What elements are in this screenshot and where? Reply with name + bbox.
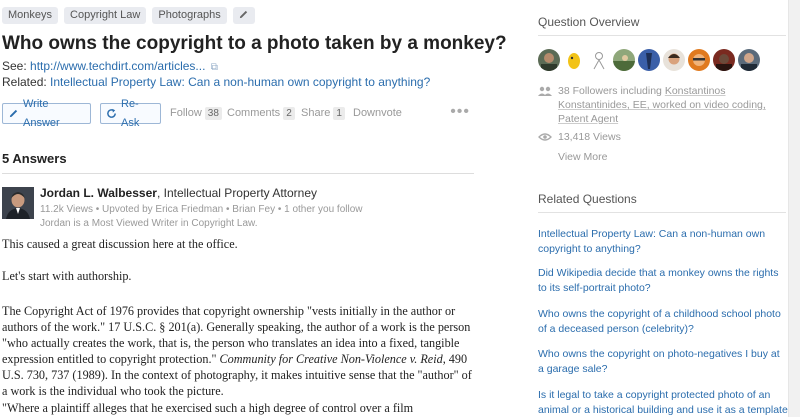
answer-author-badge: Jordan is a Most Viewed Writer in Copyri… [40, 218, 258, 229]
related-question-link[interactable]: Did Wikipedia decide that a monkey owns … [538, 266, 788, 296]
answers-count-heading: 5 Answers [2, 151, 474, 174]
related-label: Related: [2, 75, 47, 89]
author-avatar[interactable] [2, 187, 34, 219]
answer-header: Jordan L. Walbesser, Intellectual Proper… [2, 186, 474, 232]
comments-label: Comments [227, 107, 281, 119]
answer-meta: 11.2k Views • Upvoted by Erica Friedman … [40, 204, 363, 215]
see-link[interactable]: http://www.techdirt.com/articles... [30, 59, 205, 73]
follower-avatar[interactable] [538, 49, 560, 71]
follower-avatar[interactable] [638, 49, 660, 71]
related-question-link[interactable]: Who owns the copyright on photo-negative… [538, 347, 788, 377]
topic-photographs[interactable]: Photographs [152, 7, 227, 24]
related-line: Related: Intellectual Property Law: Can … [2, 75, 430, 89]
write-answer-button[interactable]: Write Answer [2, 98, 91, 129]
sidebar: Question Overview 38 Followers including… [538, 0, 788, 417]
divider [538, 212, 786, 213]
follow-count: 38 [204, 107, 222, 120]
see-label: See: [2, 59, 27, 73]
answer-paragraph: The Copyright Act of 1976 provides that … [2, 303, 478, 399]
question-title: Who owns the copyright to a photo taken … [2, 33, 507, 54]
answer-paragraph: This caused a great discussion here at t… [2, 237, 238, 251]
follower-avatars [538, 49, 760, 71]
question-overview-heading: Question Overview [538, 15, 640, 29]
edit-topics-button[interactable] [232, 7, 255, 24]
topic-monkeys[interactable]: Monkeys [2, 7, 59, 24]
author-credential: , Intellectual Property Attorney [156, 186, 318, 200]
follower-avatar[interactable] [588, 49, 610, 71]
topic-copyright-law[interactable]: Copyright Law [64, 7, 147, 24]
follower-avatar[interactable] [688, 49, 710, 71]
follow-button[interactable]: Follow 38 [170, 103, 222, 124]
page-scrollbar[interactable] [788, 0, 800, 417]
topic-list: Monkeys Copyright Law Photographs [2, 7, 255, 24]
author-name[interactable]: Jordan L. Walbesser [40, 186, 157, 200]
case-citation: Community for Creative Non-Violence v. R… [219, 352, 443, 366]
followers-prefix: 38 Followers including [558, 85, 665, 97]
followers-text: 38 Followers including Konstantinos Kons… [558, 84, 768, 126]
answer-paragraph: Let's start with authorship. [2, 269, 132, 283]
divider [538, 35, 786, 36]
view-more-link[interactable]: View More [558, 151, 607, 163]
more-options-button[interactable]: ••• [450, 103, 470, 120]
follow-label: Follow [170, 107, 202, 119]
related-question-link[interactable]: Intellectual Property Law: Can a non-hum… [538, 227, 788, 257]
related-question-link[interactable]: Is it legal to take a copyright protecte… [538, 388, 788, 417]
related-questions-heading: Related Questions [538, 192, 637, 206]
follower-avatar[interactable] [563, 49, 585, 71]
downvote-button[interactable]: Downvote [353, 103, 402, 124]
follower-avatar[interactable] [613, 49, 635, 71]
related-link[interactable]: Intellectual Property Law: Can a non-hum… [50, 75, 430, 89]
related-question-link[interactable]: Who owns the copyright of a childhood sc… [538, 307, 788, 337]
action-bar: Write Answer Re-Ask Follow 38 Comments 2 S… [2, 98, 474, 129]
share-label: Share [301, 107, 331, 119]
follower-avatar[interactable] [663, 49, 685, 71]
re-ask-label: Re-Ask [121, 97, 140, 129]
write-answer-label: Write Answer [23, 97, 60, 129]
comments-count: 2 [283, 107, 295, 120]
share-count: 1 [333, 107, 345, 120]
author-line: Jordan L. Walbesser, Intellectual Proper… [40, 186, 317, 200]
follower-avatar[interactable] [738, 49, 760, 71]
views-count: 13,418 Views [558, 131, 621, 143]
see-line: See: http://www.techdirt.com/articles...… [2, 59, 218, 73]
re-ask-button[interactable]: Re-Ask [100, 98, 161, 129]
people-icon [538, 86, 552, 96]
share-button[interactable]: Share 1 [301, 103, 345, 124]
refresh-icon [107, 108, 116, 118]
eye-icon [538, 133, 552, 141]
follower-avatar[interactable] [713, 49, 735, 71]
comments-button[interactable]: Comments 2 [227, 103, 295, 124]
answer-paragraph: "Where a plaintiff alleges that he exerc… [2, 401, 414, 415]
pencil-icon [9, 109, 18, 118]
pencil-icon [240, 10, 248, 19]
external-link-icon: ⧉ [210, 62, 218, 73]
